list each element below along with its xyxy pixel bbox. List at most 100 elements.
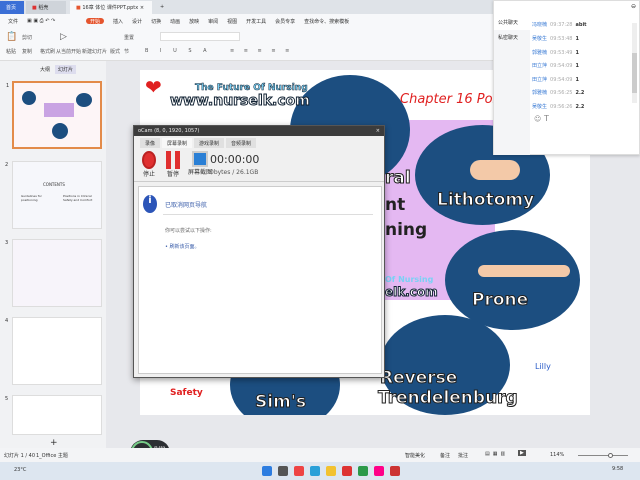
ocam-window: oCam (8, 0, 1920, 1057) × 录像 屏幕录制 游戏录制 音频… xyxy=(133,125,385,378)
menu-insert[interactable]: 插入 xyxy=(113,18,123,25)
thumb-text: Guidelines for positioning xyxy=(21,194,42,202)
new-slide-button[interactable]: 新建幻灯片 xyxy=(82,48,107,55)
smart-beautify-button[interactable]: 智能美化 xyxy=(405,452,425,459)
slide-thumbnail-4[interactable]: 4 xyxy=(5,317,102,385)
app-icon[interactable] xyxy=(390,466,400,476)
menu-animation[interactable]: 动画 xyxy=(170,18,180,25)
tab-slides[interactable]: 幻灯片 xyxy=(55,65,77,74)
menu-design[interactable]: 设计 xyxy=(132,18,142,25)
text-format-icon[interactable]: T xyxy=(544,114,549,123)
ocam-titlebar: oCam (8, 0, 1920, 1057) × xyxy=(134,126,384,136)
label-prone: Prone xyxy=(471,290,529,311)
menu-transition[interactable]: 切换 xyxy=(151,18,161,25)
chat-scrollbar[interactable] xyxy=(632,23,637,103)
tab-outline[interactable]: 大纲 xyxy=(40,66,50,73)
text: 1 xyxy=(575,63,579,69)
settings-icon[interactable]: ⊖ xyxy=(631,3,636,10)
search-command[interactable]: 查找命令、搜索模板 xyxy=(304,18,349,25)
tab-document[interactable]: ■ 16章 体位 课件PPT.pptx × xyxy=(70,1,152,14)
app-icon[interactable] xyxy=(294,466,304,476)
paste-icon[interactable]: 📋 xyxy=(6,32,17,42)
menu-slideshow[interactable]: 放映 xyxy=(189,18,199,25)
tab-game-record[interactable]: 游戏录制 xyxy=(194,138,225,148)
font-style-icons[interactable]: B I U S A xyxy=(145,48,212,54)
pause-label: 暂停 xyxy=(166,171,179,178)
play-from-current-button[interactable]: 从当前开始 xyxy=(56,48,81,55)
sender: 吴敬生 xyxy=(532,36,548,42)
stop-button[interactable]: 停止 xyxy=(142,151,156,178)
title-fragment: Of Nursing xyxy=(385,275,434,284)
start-icon[interactable] xyxy=(262,466,272,476)
paste-button[interactable]: 粘贴 xyxy=(6,48,16,55)
pause-button[interactable]: 暂停 xyxy=(166,151,180,178)
storage-size: 0bytes / 26.1GB xyxy=(210,169,259,176)
slide-thumbnail-5[interactable]: 5 xyxy=(5,395,102,435)
emoji-icon[interactable]: ☺ xyxy=(534,115,541,123)
comments-button[interactable]: 批注 xyxy=(458,452,468,459)
screenshot-label: 屏幕截图 xyxy=(188,169,213,176)
edge-icon[interactable] xyxy=(310,466,320,476)
play-icon[interactable]: ▷ xyxy=(60,32,67,42)
close-icon[interactable]: × xyxy=(376,128,380,134)
time: 09:56:25 xyxy=(550,90,573,96)
wechat-icon[interactable] xyxy=(358,466,368,476)
tab-private-chat[interactable]: 私密聊天 xyxy=(494,30,530,45)
menu-file[interactable]: 文件 xyxy=(8,18,18,25)
reset-button[interactable]: 重置 xyxy=(124,34,134,41)
folder-icon[interactable] xyxy=(326,466,336,476)
slide-thumbnail-1[interactable]: 1 xyxy=(6,81,102,149)
chat-message: 田立萍 09:54:09 1 xyxy=(532,62,579,69)
slide-thumbnail-3[interactable]: 3 xyxy=(5,239,102,307)
tab-home[interactable]: 首页 xyxy=(0,1,24,14)
text: 1 xyxy=(575,77,579,83)
tab-public-chat[interactable]: 公共聊天 xyxy=(494,15,530,30)
screenshot-button[interactable]: 屏幕截图 xyxy=(188,151,212,176)
search-icon[interactable] xyxy=(278,466,288,476)
thumb-text: Positions in Clinical Safety and Comfort xyxy=(63,194,93,202)
thumb-graphic xyxy=(76,93,92,107)
time: 09:37:28 xyxy=(550,22,573,28)
section-button[interactable]: 节 xyxy=(124,48,129,55)
menu-home[interactable]: 开始 xyxy=(86,18,105,25)
text: 1 xyxy=(575,36,579,42)
slide-counter: 幻灯片 1 / 40 xyxy=(4,453,35,459)
cut-button[interactable]: 剪切 xyxy=(22,34,32,41)
paragraph-icons[interactable]: ≡ ≡ ≡ ≡ ≡ xyxy=(230,48,293,54)
view-mode-icons[interactable]: ▤▦▥ xyxy=(485,451,508,457)
theme-name: 1_Office 主题 xyxy=(36,453,68,459)
time: 09:54:09 xyxy=(550,63,573,69)
menu-developer[interactable]: 开发工具 xyxy=(246,18,266,25)
weather[interactable]: 23°C xyxy=(14,467,26,473)
sender: 田立萍 xyxy=(532,63,548,69)
quick-access-icons[interactable]: ▣ ▣ ⎙ ↶ ↷ xyxy=(27,18,77,24)
font-select[interactable] xyxy=(160,32,240,41)
zoom-level: 114% xyxy=(550,452,565,458)
menu-review[interactable]: 审阅 xyxy=(208,18,218,25)
copy-button[interactable]: 复制 xyxy=(22,48,32,55)
layout-button[interactable]: 版式 xyxy=(110,48,120,55)
tab-audio-record[interactable]: 音频录制 xyxy=(226,138,257,148)
chat-message: 吴敬生 09:53:48 1 xyxy=(532,35,579,42)
menu-view[interactable]: 视图 xyxy=(227,18,237,25)
menu-member[interactable]: 会员专享 xyxy=(275,18,295,25)
tab-record[interactable]: 录像 xyxy=(140,138,161,148)
add-slide-button[interactable]: + xyxy=(50,438,58,448)
notes-button[interactable]: 备注 xyxy=(440,452,450,459)
format-painter-button[interactable]: 格式刷 xyxy=(40,48,55,55)
status-bar: 幻灯片 1 / 40 1_Office 主题 智能美化 备注 批注 ▤▦▥ ▶ … xyxy=(0,448,640,462)
refresh-link[interactable]: • 刷新该页面。 xyxy=(165,243,200,250)
title-fragment: ning xyxy=(385,220,428,240)
tab-daoke[interactable]: ■ 稻壳 xyxy=(26,1,66,14)
sender: 冯晓楠 xyxy=(532,22,548,28)
label-trendelenburg: Trendelenburg xyxy=(378,388,519,409)
brand-tagline: The Future Of Nursing xyxy=(195,83,308,94)
sender: 吴敬生 xyxy=(532,104,548,110)
new-tab-button[interactable]: + xyxy=(154,1,170,14)
wps-icon[interactable] xyxy=(342,466,352,476)
close-icon[interactable]: × xyxy=(140,5,144,11)
tab-screen-record[interactable]: 屏幕录制 xyxy=(162,138,193,148)
zoom-slider[interactable] xyxy=(578,453,628,458)
play-slideshow-button[interactable]: ▶ xyxy=(518,450,526,456)
slide-thumbnail-2[interactable]: 2 CONTENTS Guidelines for positioning Po… xyxy=(5,161,102,229)
app-icon[interactable] xyxy=(374,466,384,476)
